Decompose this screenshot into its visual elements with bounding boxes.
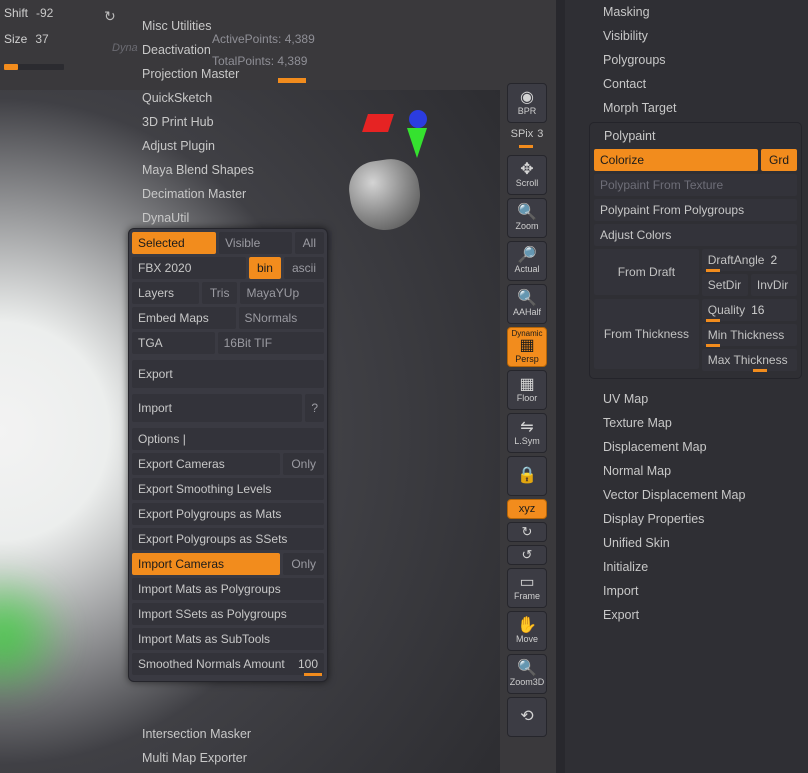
rot-z-button[interactable]: ↺: [507, 545, 547, 565]
invdir-button[interactable]: InvDir: [751, 274, 797, 296]
rotate3d-button[interactable]: ⟲: [507, 697, 547, 737]
fbx-exp-cam[interactable]: Export Cameras: [132, 453, 280, 475]
draft-angle[interactable]: DraftAngle2: [702, 249, 797, 271]
lock-button[interactable]: 🔒: [507, 456, 547, 496]
plugin-item-6[interactable]: Maya Blend Shapes: [142, 158, 332, 182]
aahalf-button[interactable]: 🔍AAHalf: [507, 284, 547, 324]
rot-y-button[interactable]: ↻: [507, 522, 547, 542]
bpr-button[interactable]: ◉BPR: [507, 83, 547, 123]
fbx-imp-cam[interactable]: Import Cameras: [132, 553, 280, 575]
section-displacement-map[interactable]: Displacement Map: [565, 435, 808, 459]
fbx-export[interactable]: Export: [132, 360, 324, 388]
spix-slider[interactable]: SPix3: [507, 126, 547, 142]
colorize-button[interactable]: Colorize: [594, 149, 758, 171]
move-button[interactable]: ✋Move: [507, 611, 547, 651]
fbx-exp-smooth[interactable]: Export Smoothing Levels: [132, 478, 324, 500]
fbx-imp-cam-only[interactable]: Only: [283, 553, 324, 575]
plugin-item-7[interactable]: Decimation Master: [142, 182, 332, 206]
plugin-multimap-exporter[interactable]: Multi Map Exporter: [142, 746, 251, 770]
from-draft-button[interactable]: From Draft: [594, 249, 699, 295]
fbx-help[interactable]: ?: [305, 394, 324, 422]
plugin-item-2[interactable]: Projection Master: [142, 62, 332, 86]
fbx-import[interactable]: Import: [132, 394, 302, 422]
section-visibility[interactable]: Visibility: [565, 24, 808, 48]
brush-falloff: [0, 550, 80, 720]
plugin-item-1[interactable]: Deactivation: [142, 38, 332, 62]
max-thickness[interactable]: Max Thickness: [702, 349, 797, 371]
from-thickness-button[interactable]: From Thickness: [594, 299, 699, 369]
lsym-button[interactable]: ⇋L.Sym: [507, 413, 547, 453]
plugin-item-5[interactable]: Adjust Plugin: [142, 134, 332, 158]
section-initialize[interactable]: Initialize: [565, 555, 808, 579]
size-label: Size: [4, 32, 27, 46]
fbx-all[interactable]: All: [295, 232, 324, 254]
scroll-button[interactable]: ✥Scroll: [507, 155, 547, 195]
xyz-button[interactable]: xyz: [507, 499, 547, 519]
section-morph-target[interactable]: Morph Target: [565, 96, 808, 120]
scroll-gutter[interactable]: [556, 0, 565, 773]
fbx-tris[interactable]: Tris: [202, 282, 238, 304]
section-vector-displacement-map[interactable]: Vector Displacement Map: [565, 483, 808, 507]
fbx-bin[interactable]: bin: [249, 257, 281, 279]
section-import[interactable]: Import: [565, 579, 808, 603]
section-texture-map[interactable]: Texture Map: [565, 411, 808, 435]
plugin-item-3[interactable]: QuickSketch: [142, 86, 332, 110]
zoom-button[interactable]: 🔍Zoom: [507, 198, 547, 238]
section-export[interactable]: Export: [565, 603, 808, 627]
mesh-preview[interactable]: [345, 155, 424, 234]
fbx-layers[interactable]: Layers: [132, 282, 199, 304]
polypaint-header[interactable]: Polypaint: [594, 127, 797, 149]
pp-from-texture[interactable]: Polypaint From Texture: [594, 174, 797, 196]
section-polygroups[interactable]: Polygroups: [565, 48, 808, 72]
fbx-exp-cam-only[interactable]: Only: [283, 453, 324, 475]
grd-button[interactable]: Grd: [761, 149, 797, 171]
size-value: 37: [35, 32, 48, 46]
fbx-smoothed-normals[interactable]: Smoothed Normals Amount 100: [132, 653, 324, 675]
fbx-imp-mats-sub[interactable]: Import Mats as SubTools: [132, 628, 324, 650]
polypaint-panel: Polypaint Colorize Grd Polypaint From Te…: [589, 122, 802, 379]
plugin-item-4[interactable]: 3D Print Hub: [142, 110, 332, 134]
fbx-snormals[interactable]: SNormals: [239, 307, 325, 329]
section-uv-map[interactable]: UV Map: [565, 387, 808, 411]
pp-from-polygroups[interactable]: Polypaint From Polygroups: [594, 199, 797, 221]
section-normal-map[interactable]: Normal Map: [565, 459, 808, 483]
fbx-imp-mats-pg[interactable]: Import Mats as Polygroups: [132, 578, 324, 600]
zoom3d-button[interactable]: 🔍Zoom3D: [507, 654, 547, 694]
fbx-version[interactable]: FBX 2020: [132, 257, 246, 279]
fbx-tga[interactable]: TGA: [132, 332, 215, 354]
fbx-selected[interactable]: Selected: [132, 232, 216, 254]
axis-gizmo[interactable]: [365, 110, 445, 160]
shift-value: -92: [36, 6, 53, 20]
quality-slider[interactable]: Quality16: [702, 299, 797, 321]
fbx-imp-ssets-pg[interactable]: Import SSets as Polygroups: [132, 603, 324, 625]
refresh-icon[interactable]: ↻: [104, 8, 116, 25]
min-thickness[interactable]: Min Thickness: [702, 324, 797, 346]
fbx-mayayup[interactable]: MayaYUp: [240, 282, 324, 304]
dyna-label: Dyna: [112, 42, 138, 54]
size-slider[interactable]: [4, 62, 64, 72]
setdir-button[interactable]: SetDir: [702, 274, 748, 296]
plugin-intersection-masker[interactable]: Intersection Masker: [142, 722, 251, 746]
fbx-exp-pg-ssets[interactable]: Export Polygroups as SSets: [132, 528, 324, 550]
fbx-export-panel: Selected Visible All FBX 2020 bin ascii …: [128, 228, 328, 682]
floor-button[interactable]: ▦Floor: [507, 370, 547, 410]
pp-adjust-colors[interactable]: Adjust Colors: [594, 224, 797, 246]
section-masking[interactable]: Masking: [565, 0, 808, 24]
fbx-ascii[interactable]: ascii: [284, 257, 324, 279]
plugin-item-0[interactable]: Misc Utilities: [142, 14, 332, 38]
fbx-embed[interactable]: Embed Maps: [132, 307, 236, 329]
section-display-properties[interactable]: Display Properties: [565, 507, 808, 531]
actual-button[interactable]: 🔎Actual: [507, 241, 547, 281]
fbx-options[interactable]: Options |: [132, 428, 324, 450]
shift-label: Shift: [4, 6, 28, 20]
fbx-visible[interactable]: Visible: [219, 232, 292, 254]
persp-button[interactable]: Dynamic▦Persp: [507, 327, 547, 367]
frame-button[interactable]: ▭Frame: [507, 568, 547, 608]
section-unified-skin[interactable]: Unified Skin: [565, 531, 808, 555]
fbx-exp-pg-mats[interactable]: Export Polygroups as Mats: [132, 503, 324, 525]
fbx-16tif[interactable]: 16Bit TIF: [218, 332, 324, 354]
plugin-item-8[interactable]: DynaUtil: [142, 206, 332, 230]
section-contact[interactable]: Contact: [565, 72, 808, 96]
